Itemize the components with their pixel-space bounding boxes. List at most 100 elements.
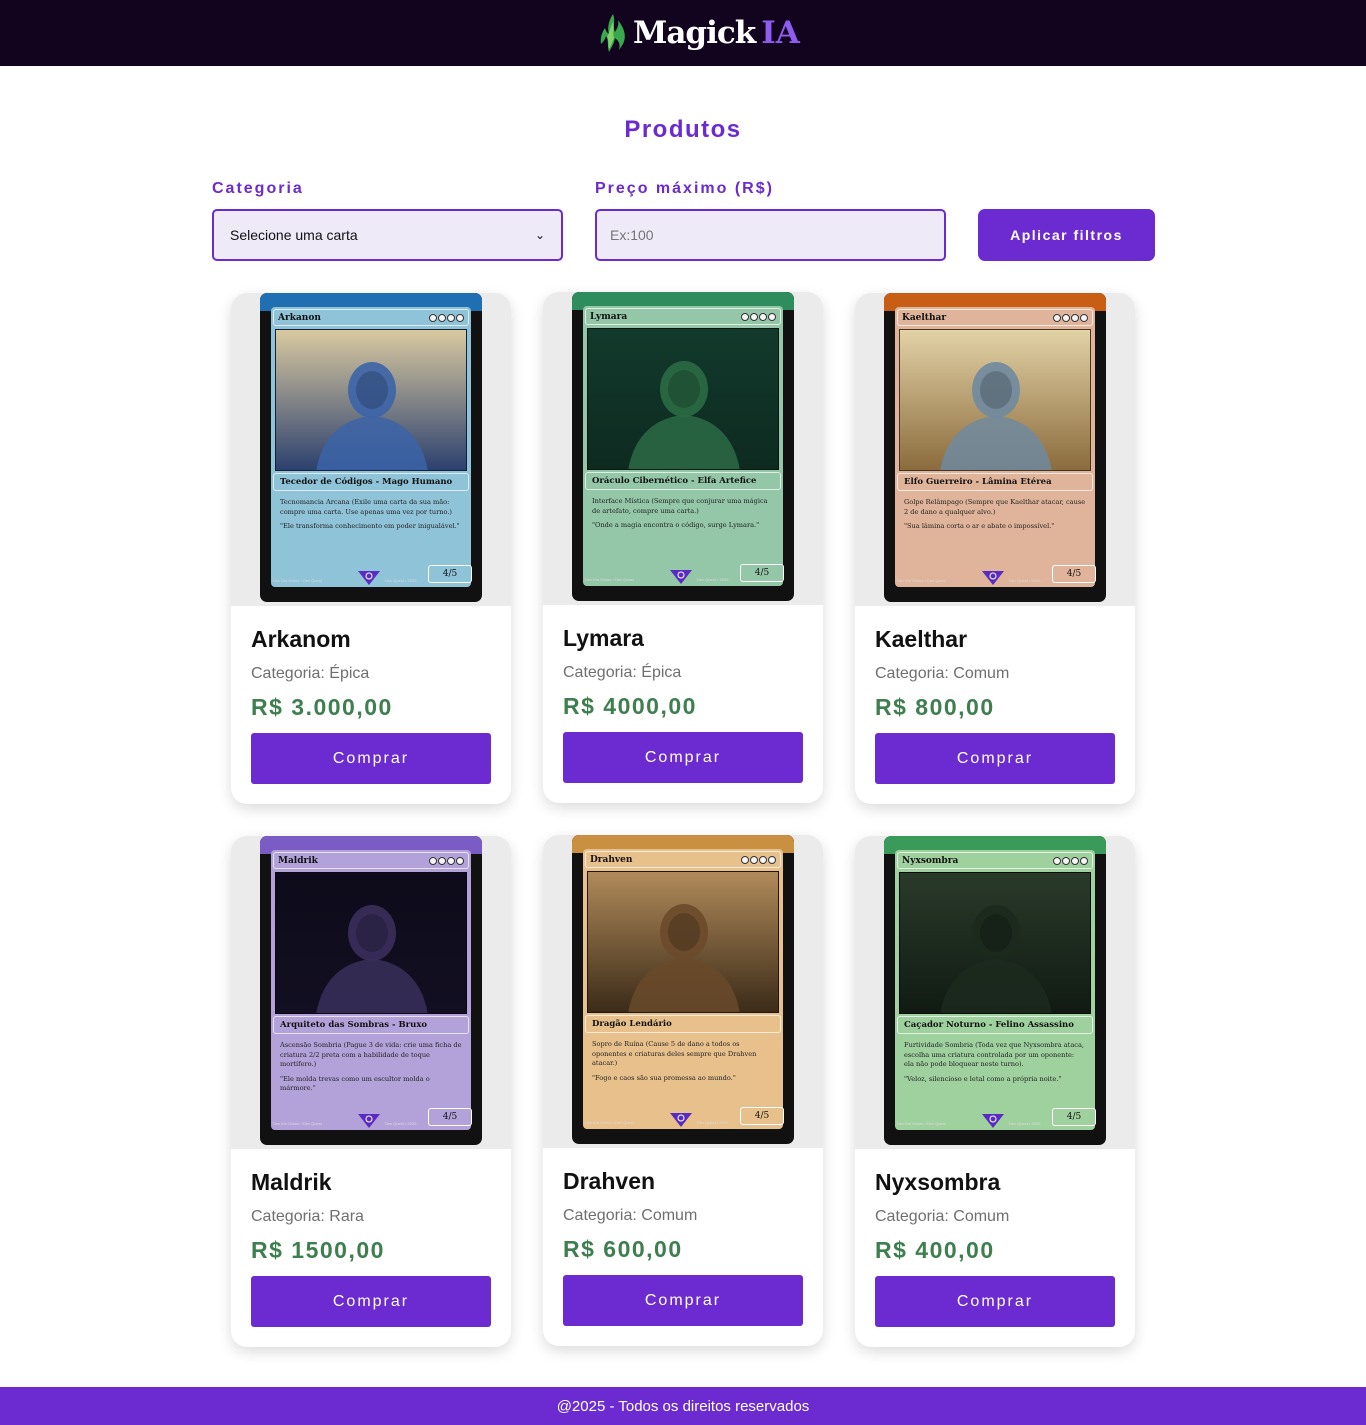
- mana-cost-icons: [1053, 313, 1088, 322]
- card-illustration: [587, 328, 779, 470]
- buy-button[interactable]: Comprar: [251, 733, 491, 784]
- product-card: Drahven Dragão Lendário Sopro de Ruína (…: [543, 835, 823, 1346]
- product-card: Nyxsombra Caçador Noturno - Felino Assas…: [855, 836, 1135, 1347]
- card-credit-right: Dev Quest • 2025: [1009, 1121, 1041, 1126]
- card-frame: Kaelthar Elfo Guerreiro - Lâmina Etérea: [895, 307, 1095, 587]
- card-title: Maldrik: [278, 855, 318, 866]
- buy-button[interactable]: Comprar: [251, 1276, 491, 1327]
- card-credits: Dev Em Dobro • Dev Quest Dev Quest • 202…: [585, 577, 781, 585]
- mana-cost-icons: [1053, 856, 1088, 865]
- apply-filters-button[interactable]: Aplicar filtros: [978, 209, 1155, 261]
- card-type-line: Dragão Lendário: [585, 1015, 781, 1033]
- card-ability: Ascensão Sombria (Pague 3 de vida: crie …: [280, 1041, 462, 1069]
- product-image[interactable]: Drahven Dragão Lendário Sopro de Ruína (…: [543, 835, 823, 1148]
- card-illustration: [275, 872, 467, 1014]
- card-credits: Dev Em Dobro • Dev Quest Dev Quest • 202…: [897, 1121, 1093, 1129]
- product-price: R$ 3.000,00: [251, 694, 393, 720]
- buy-button[interactable]: Comprar: [563, 1275, 803, 1326]
- card-credit-right: Dev Quest • 2025: [1009, 578, 1041, 583]
- card-text-box: Sopro de Ruína (Cause 5 de dano a todos …: [587, 1037, 779, 1117]
- product-category: Categoria: Rara: [251, 1208, 364, 1225]
- card-credit-left: Dev Em Dobro • Dev Quest: [585, 577, 634, 582]
- card-ability: Sopro de Ruína (Cause 5 de dano a todos …: [592, 1040, 757, 1068]
- green-flame-icon: [600, 14, 625, 52]
- trading-card-art: Kaelthar Elfo Guerreiro - Lâmina Etérea: [884, 293, 1106, 602]
- card-flavor: "Fogo e caos são sua promessa ao mundo.": [592, 1073, 736, 1082]
- card-ability: Tecnomancia Arcana (Exile uma carta da s…: [280, 498, 452, 516]
- brand-logo[interactable]: Magick IA: [597, 10, 800, 56]
- top-bar: Magick IA: [0, 0, 1366, 66]
- card-credit-left: Dev Em Dobro • Dev Quest: [273, 1121, 322, 1126]
- product-card: Arkanon Tecedor de Códigos - Mago Humano: [231, 293, 511, 804]
- card-frame: Maldrik Arquiteto das Sombras - Bruxo As…: [271, 850, 471, 1130]
- price-label: Preço máximo (R$): [595, 180, 774, 197]
- product-name: Arkanom: [251, 626, 351, 652]
- character-silhouette-icon: [588, 329, 778, 469]
- card-name-bar: Lymara: [585, 308, 781, 325]
- card-type-line: Tecedor de Códigos - Mago Humano: [273, 473, 469, 491]
- card-frame: Arkanon Tecedor de Códigos - Mago Humano: [271, 307, 471, 587]
- card-credit-left: Dev Em Dobro • Dev Quest: [897, 578, 946, 583]
- logo-suffix: IA: [761, 15, 800, 51]
- category-select-value: Selecione uma carta: [230, 227, 358, 243]
- card-text-box: Ascensão Sombria (Pague 3 de vida: crie …: [275, 1038, 467, 1118]
- card-illustration: [899, 872, 1091, 1014]
- character-silhouette-icon: [900, 873, 1090, 1013]
- card-illustration: [275, 329, 467, 471]
- buy-button[interactable]: Comprar: [875, 733, 1115, 784]
- card-title: Lymara: [590, 311, 628, 322]
- trading-card-art: Drahven Dragão Lendário Sopro de Ruína (…: [572, 835, 794, 1144]
- product-price: R$ 4000,00: [563, 693, 697, 719]
- product-price: R$ 1500,00: [251, 1237, 385, 1263]
- buy-button[interactable]: Comprar: [875, 1276, 1115, 1327]
- product-price: R$ 600,00: [563, 1236, 683, 1262]
- card-frame: Lymara Oráculo Cibernético - Elfa Artefi…: [583, 306, 783, 586]
- card-ability: Golpe Relâmpago (Sempre que Kaelthar ata…: [904, 498, 1086, 516]
- copyright-text: @2025 - Todos os direitos reservados: [556, 1397, 810, 1415]
- card-text-box: Interface Mística (Sempre que conjurar u…: [587, 494, 779, 574]
- trading-card-art: Nyxsombra Caçador Noturno - Felino Assas…: [884, 836, 1106, 1145]
- product-image[interactable]: Nyxsombra Caçador Noturno - Felino Assas…: [855, 836, 1135, 1149]
- card-name-bar: Drahven: [585, 851, 781, 868]
- card-type-line: Arquiteto das Sombras - Bruxo: [273, 1016, 469, 1034]
- category-label: Categoria: [212, 180, 304, 197]
- card-flavor: "Ele transforma conhecimento em poder in…: [280, 522, 460, 531]
- max-price-input[interactable]: [595, 209, 946, 261]
- card-text-box: Golpe Relâmpago (Sempre que Kaelthar ata…: [899, 495, 1091, 575]
- product-image[interactable]: Maldrik Arquiteto das Sombras - Bruxo As…: [231, 836, 511, 1149]
- buy-button[interactable]: Comprar: [563, 732, 803, 783]
- card-type-line: Caçador Noturno - Felino Assassino: [897, 1016, 1093, 1034]
- product-name: Drahven: [563, 1168, 656, 1194]
- card-flavor: "Onde a magia encontra o código, surge L…: [592, 521, 760, 530]
- page-title: Produtos: [624, 116, 742, 143]
- card-frame: Nyxsombra Caçador Noturno - Felino Assas…: [895, 850, 1095, 1130]
- product-card: Maldrik Arquiteto das Sombras - Bruxo As…: [231, 836, 511, 1347]
- trading-card-art: Lymara Oráculo Cibernético - Elfa Artefi…: [572, 292, 794, 601]
- product-image[interactable]: Kaelthar Elfo Guerreiro - Lâmina Etérea: [855, 293, 1135, 606]
- card-title: Drahven: [590, 854, 633, 865]
- product-image[interactable]: Lymara Oráculo Cibernético - Elfa Artefi…: [543, 292, 823, 605]
- product-category: Categoria: Comum: [563, 1207, 698, 1224]
- card-credit-right: Dev Quest • 2025: [697, 1120, 729, 1125]
- card-credits: Dev Em Dobro • Dev Quest Dev Quest • 202…: [897, 578, 1093, 586]
- product-price: R$ 400,00: [875, 1237, 995, 1263]
- card-name-bar: Kaelthar: [897, 309, 1093, 326]
- mana-cost-icons: [429, 856, 464, 865]
- card-ability: Furtividade Sombria (Toda vez que Nyxsom…: [904, 1041, 1084, 1069]
- product-image[interactable]: Arkanon Tecedor de Códigos - Mago Humano: [231, 293, 511, 606]
- card-flavor: "Ele molda trevas como um escultor molda…: [280, 1074, 430, 1093]
- character-silhouette-icon: [276, 330, 466, 470]
- card-illustration: [899, 329, 1091, 471]
- logo-text: Magick: [633, 15, 756, 51]
- product-card: Lymara Oráculo Cibernético - Elfa Artefi…: [543, 292, 823, 803]
- product-name: Lymara: [563, 625, 644, 651]
- page-footer: @2025 - Todos os direitos reservados: [0, 1387, 1366, 1425]
- card-credit-right: Dev Quest • 2025: [697, 577, 729, 582]
- card-name-bar: Maldrik: [273, 852, 469, 869]
- product-category: Categoria: Comum: [875, 665, 1010, 682]
- card-credits: Dev Em Dobro • Dev Quest Dev Quest • 202…: [273, 578, 469, 586]
- category-select[interactable]: Selecione uma carta ⌄: [212, 209, 563, 261]
- character-silhouette-icon: [900, 330, 1090, 470]
- mana-cost-icons: [429, 313, 464, 322]
- card-title: Kaelthar: [902, 312, 947, 323]
